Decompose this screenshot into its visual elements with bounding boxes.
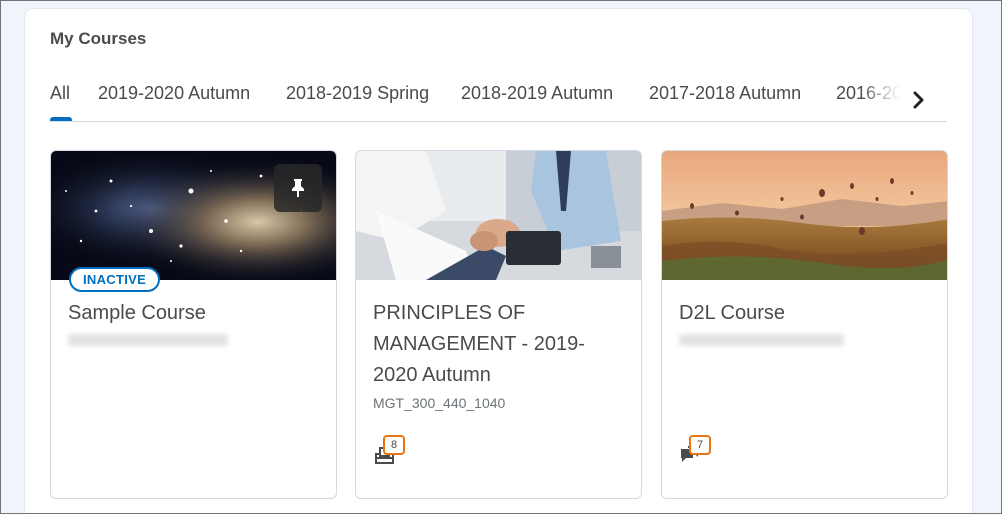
course-card-sample-course[interactable]: INACTIVE Sample Course [50,150,337,499]
semester-tabs: All 2019-2020 Autumn 2018-2019 Spring 20… [50,80,900,122]
tabs-divider [50,121,947,122]
chevron-right-icon [913,91,924,109]
tab-2018-2019-autumn[interactable]: 2018-2019 Autumn [461,80,613,106]
tab-all[interactable]: All [50,80,70,106]
notification-count: 7 [689,435,711,455]
course-name: D2L Course [679,302,785,324]
notification-count: 8 [383,435,405,455]
widget-title: My Courses [50,29,147,48]
tab-2019-2020-autumn[interactable]: 2019-2020 Autumn [98,80,250,106]
course-name: PRINCIPLES OF MANAGEMENT - 2019-2020 Aut… [373,302,585,386]
redacted-course-code [68,334,228,346]
redacted-course-code [679,334,844,346]
course-card-principles-of-management[interactable]: PRINCIPLES OF MANAGEMENT - 2019-2020 Aut… [355,150,642,499]
tab-2017-2018-autumn[interactable]: 2017-2018 Autumn [649,80,801,106]
course-card-d2l-course[interactable]: D2L Course 7 [661,150,948,499]
inactive-badge: INACTIVE [69,267,161,292]
course-image-handshake [356,151,641,280]
discussion-notification[interactable]: 7 [679,435,723,471]
pin-button[interactable] [274,164,322,212]
assignment-notification[interactable]: 8 [373,435,417,471]
course-image-balloons [662,151,947,280]
tabs-fade [860,80,900,110]
course-name: Sample Course [68,302,206,324]
tab-2018-2019-spring[interactable]: 2018-2019 Spring [286,80,429,106]
pin-icon [292,179,304,197]
scroll-tabs-right-button[interactable] [905,86,933,114]
course-code: MGT_300_440_1040 [373,395,506,411]
